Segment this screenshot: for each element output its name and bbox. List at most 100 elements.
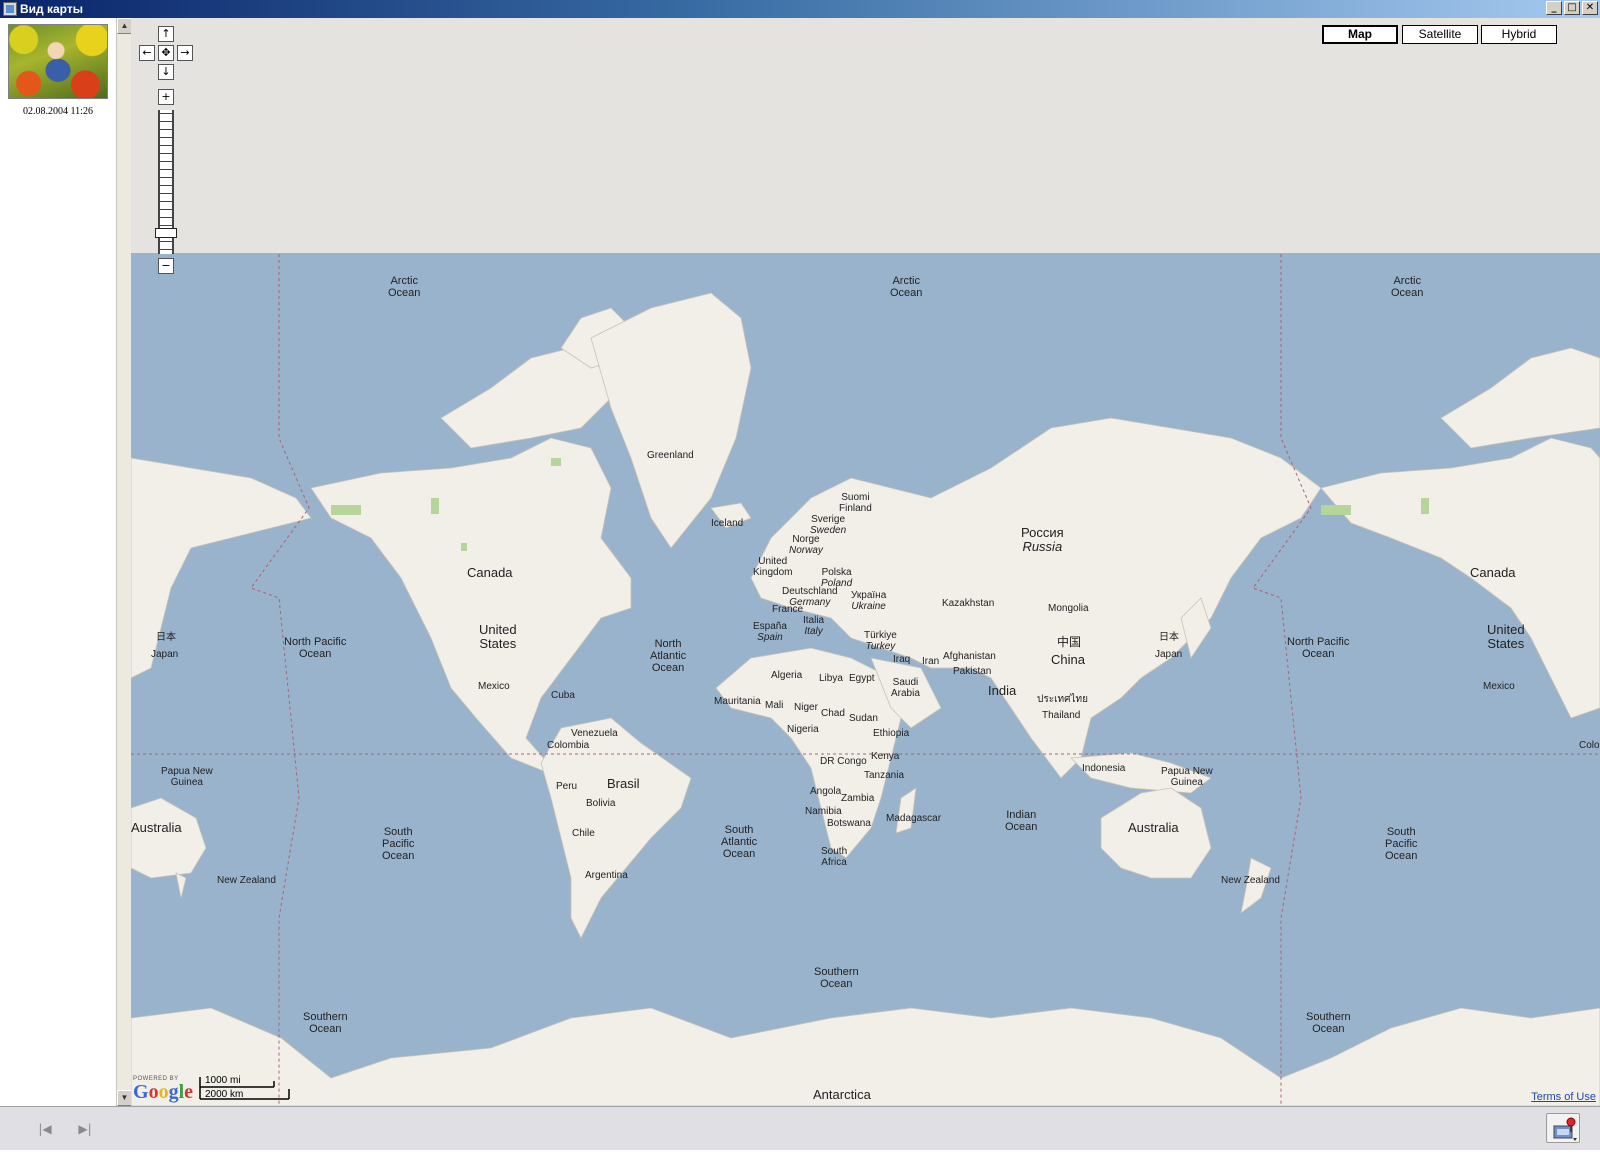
- map-label-pakistan: Pakistan: [953, 666, 992, 677]
- pan-center-button[interactable]: ✥: [158, 45, 174, 61]
- bottom-toolbar: |◀ ▶|: [0, 1106, 1600, 1150]
- map-label-southern-ocean: Southern Ocean: [303, 1011, 348, 1035]
- scroll-down-button[interactable]: ▼: [117, 1090, 132, 1106]
- map-label-zambia: Zambia: [841, 793, 875, 804]
- map-label-mexico: Mexico: [1483, 681, 1515, 692]
- map-canvas[interactable]: [131, 18, 1600, 1106]
- map-label-southern-ocean: Southern Ocean: [814, 966, 859, 990]
- pan-down-button[interactable]: ↓: [158, 64, 174, 80]
- map-label-suomi: Suomi Finland: [839, 492, 872, 514]
- hybrid-type-button[interactable]: Hybrid: [1481, 25, 1557, 44]
- map-label-arctic: Arctic Ocean: [388, 275, 421, 299]
- map-label-rossiya: Россия Russia: [1021, 525, 1064, 554]
- terms-of-use-link[interactable]: Terms of Use: [1531, 1091, 1596, 1103]
- app-icon: [3, 2, 17, 16]
- map-label-argentina: Argentina: [585, 870, 628, 881]
- map-label-antarctica: Antarctica: [813, 1087, 871, 1102]
- map-label-tanzania: Tanzania: [864, 770, 905, 781]
- zoom-in-button[interactable]: +: [158, 89, 174, 105]
- map-label-papua: Papua New Guinea: [161, 766, 213, 788]
- map-label-sudan: Sudan: [849, 713, 878, 724]
- zoom-slider-thumb[interactable]: [155, 228, 177, 238]
- map-label-ukraina: Україна Ukraine: [851, 590, 887, 612]
- map-label-botswana: Botswana: [827, 818, 871, 829]
- map-label-turkiye: Türkiye Turkey: [864, 630, 897, 652]
- map-label-colombia: Colombia: [547, 740, 590, 751]
- map-label-arctic: Arctic Ocean: [1391, 275, 1424, 299]
- map-label-brasil: Brasil: [607, 776, 640, 791]
- next-photo-button[interactable]: ▶|: [74, 1119, 96, 1139]
- window-bottom-edge: [0, 1150, 1600, 1174]
- pan-up-button[interactable]: ↑: [158, 26, 174, 42]
- map-pin-icon[interactable]: [1546, 1113, 1580, 1143]
- scroll-up-button[interactable]: ▲: [117, 18, 132, 34]
- map-label-drcongo: DR Congo: [820, 756, 867, 767]
- map-label-mongolia: Mongolia: [1048, 603, 1089, 614]
- minimize-button[interactable]: _: [1546, 1, 1562, 15]
- map-label-japan: Japan: [151, 649, 179, 660]
- map-label-arctic: Arctic Ocean: [890, 275, 923, 299]
- satellite-type-button[interactable]: Satellite: [1402, 25, 1478, 44]
- map-label-italia: Italia Italy: [803, 615, 825, 637]
- map-label-bolivia: Bolivia: [586, 798, 616, 809]
- vertical-scrollbar[interactable]: ▲ ▼: [116, 18, 132, 1106]
- map-label-libya: Libya: [819, 673, 843, 684]
- map-label-colo-partial: Colo: [1579, 740, 1600, 751]
- map-label-south-pacific: South Pacific Ocean: [1385, 826, 1418, 862]
- scale-bar: 1000 mi 2000 km: [199, 1075, 293, 1101]
- map-label-cuba: Cuba: [551, 690, 575, 701]
- map-label-venezuela: Venezuela: [571, 728, 618, 739]
- map-label-mali: Mali: [765, 700, 784, 711]
- map-label-canada: Canada: [1470, 565, 1516, 580]
- window-title: Вид карты: [20, 2, 83, 16]
- map-label-sverige: Sverige Sweden: [810, 514, 847, 536]
- map-label-united-states: United States: [479, 622, 517, 651]
- photo-list-panel: 02.08.2004 11:26: [0, 18, 116, 1130]
- map-label-japan-native: 日本: [156, 632, 176, 643]
- map-label-indian-ocean: Indian Ocean: [1005, 809, 1038, 833]
- zoom-out-button[interactable]: −: [158, 258, 174, 274]
- map-type-button[interactable]: Map: [1322, 25, 1398, 44]
- scale-km: 2000 km: [205, 1089, 244, 1100]
- map-label-north-pacific: North Pacific Ocean: [1287, 636, 1350, 660]
- map-label-china-native: 中国: [1057, 635, 1082, 649]
- map-label-namibia: Namibia: [805, 806, 842, 817]
- map-label-thailand-native: ประเทศไทย: [1037, 694, 1088, 705]
- map-label-kenya: Kenya: [871, 751, 900, 762]
- photo-thumbnail[interactable]: [8, 24, 108, 99]
- map-label-iceland: Iceland: [711, 518, 744, 529]
- map-label-japan: Japan: [1155, 649, 1183, 660]
- powered-by-google[interactable]: POWERED BY Google: [133, 1076, 197, 1102]
- map-label-chile: Chile: [572, 828, 595, 839]
- map-label-chad: Chad: [821, 708, 845, 719]
- map-label-kazakhstan: Kazakhstan: [942, 598, 995, 609]
- map-label-niger: Niger: [794, 702, 818, 713]
- map-label-france: France: [772, 604, 804, 615]
- map-label-uk: United Kingdom: [753, 556, 793, 578]
- map-label-saudi: Saudi Arabia: [891, 677, 920, 699]
- previous-photo-button[interactable]: |◀: [34, 1119, 56, 1139]
- google-logo: Google: [133, 1081, 194, 1103]
- close-button[interactable]: ✕: [1582, 1, 1598, 15]
- pan-left-button[interactable]: ←: [139, 45, 155, 61]
- map-label-afghanistan: Afghanistan: [943, 651, 996, 662]
- pan-right-button[interactable]: →: [177, 45, 193, 61]
- map-label-angola: Angola: [810, 786, 842, 797]
- map-label-mauritania: Mauritania: [714, 696, 761, 707]
- map-label-iran: Iran: [922, 656, 940, 667]
- map-label-iraq: Iraq: [893, 654, 911, 665]
- map-label-papua: Papua New Guinea: [1161, 766, 1213, 788]
- map-label-indonesia: Indonesia: [1082, 763, 1126, 774]
- map-label-australia: Australia: [1128, 820, 1179, 835]
- map-label-peru: Peru: [556, 781, 578, 792]
- map-label-ethiopia: Ethiopia: [873, 728, 910, 739]
- map-label-mexico: Mexico: [478, 681, 510, 692]
- maximize-button[interactable]: □: [1564, 1, 1580, 15]
- map-label-japan-native: 日本: [1159, 632, 1179, 643]
- map-view[interactable]: ↑ ← ✥ → ↓ + − Map Satellite Hybrid Arcti…: [131, 18, 1600, 1106]
- map-label-new-zealand: New Zealand: [217, 875, 276, 886]
- window-controls: _ □ ✕: [1546, 1, 1598, 15]
- map-label-madagascar: Madagascar: [886, 813, 942, 824]
- map-label-greenland: Greenland: [647, 450, 694, 461]
- map-label-united-states: United States: [1487, 622, 1525, 651]
